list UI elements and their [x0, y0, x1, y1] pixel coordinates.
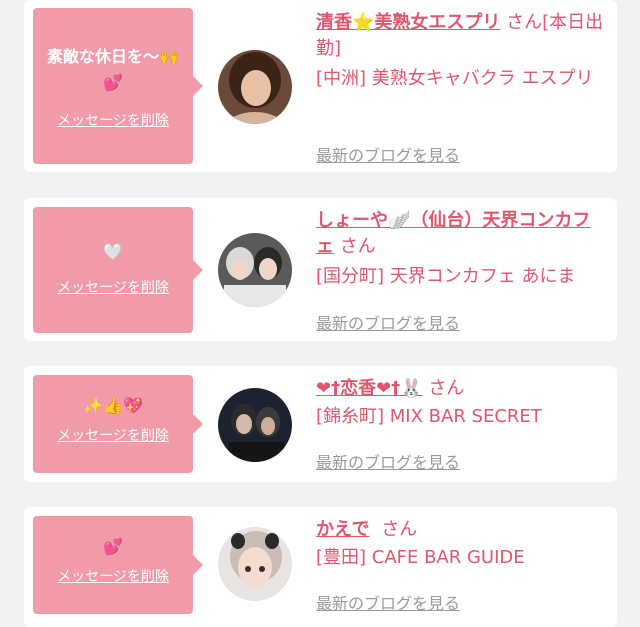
latest-blog-link[interactable]: 最新のブログを見る [316, 310, 460, 334]
message-bubble: 💕 メッセージを削除 [33, 516, 203, 614]
delete-message-button[interactable]: メッセージを削除 [57, 277, 169, 297]
cast-info: しょーや🪽（仙台）天界コンカフェ さん [国分町] 天界コンカフェ あにま [316, 208, 606, 290]
message-card: ✨👍💖 メッセージを削除 ❤†恋香❤†🐰 さん [錦糸町] MIX BAR SE… [24, 366, 617, 482]
shop-name: [錦糸町] MIX BAR SECRET [316, 406, 542, 427]
delete-message-button[interactable]: メッセージを削除 [57, 425, 169, 445]
cast-name-link[interactable]: かえで [316, 519, 369, 540]
message-bubble: 素敵な休日を〜🙌 💕 メッセージを削除 [33, 8, 203, 164]
message-text: 素敵な休日を〜🙌 💕 [47, 47, 179, 92]
message-text: ✨👍💖 [83, 396, 143, 415]
message-card: 素敵な休日を〜🙌 💕 メッセージを削除 清香⭐美熟女エスプリ さん[本日出勤] … [24, 0, 617, 172]
latest-blog-link[interactable]: 最新のブログを見る [316, 449, 460, 473]
message-bubble: ✨👍💖 メッセージを削除 [33, 375, 203, 473]
message-text: 🤍 [103, 242, 123, 261]
delete-message-button[interactable]: メッセージを削除 [57, 566, 169, 586]
cast-info: ❤†恋香❤†🐰 さん [錦糸町] MIX BAR SECRET [316, 376, 606, 430]
avatar[interactable] [218, 50, 292, 124]
message-card: 💕 メッセージを削除 かえで さん [豊田] CAFE BAR GUIDE 最新… [24, 507, 617, 627]
message-bubble: 🤍 メッセージを削除 [33, 207, 203, 333]
avatar[interactable] [218, 527, 292, 601]
shop-name: [豊田] CAFE BAR GUIDE [316, 547, 525, 568]
cast-name-link[interactable]: 清香⭐美熟女エスプリ [316, 12, 500, 33]
message-card: 🤍 メッセージを削除 しょーや🪽（仙台）天界コンカフェ さん [国分町] 天界コ… [24, 198, 617, 341]
latest-blog-link[interactable]: 最新のブログを見る [316, 142, 460, 166]
cast-info: かえで さん [豊田] CAFE BAR GUIDE [316, 517, 606, 571]
latest-blog-link[interactable]: 最新のブログを見る [316, 590, 460, 614]
avatar[interactable] [218, 233, 292, 307]
cast-info: 清香⭐美熟女エスプリ さん[本日出勤] [中洲] 美熟女キャバクラ エスプリ [316, 10, 606, 92]
delete-message-button[interactable]: メッセージを削除 [57, 110, 169, 130]
shop-name: [中洲] 美熟女キャバクラ エスプリ [316, 68, 594, 89]
shop-name: [国分町] 天界コンカフェ あにま [316, 266, 576, 287]
message-text: 💕 [103, 537, 123, 556]
cast-name-link[interactable]: ❤†恋香❤†🐰 [316, 378, 423, 399]
avatar[interactable] [218, 388, 292, 462]
